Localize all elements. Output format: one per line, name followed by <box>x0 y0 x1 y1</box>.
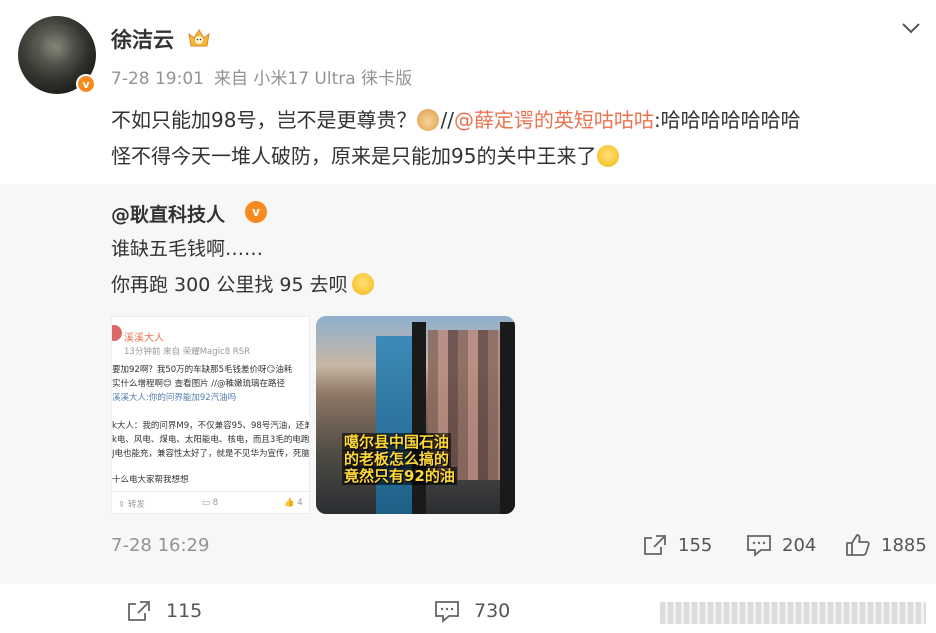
thumb-line: 实什么增程啊😊 查看图片 //@稚嫩琉璃在路径 <box>112 379 285 389</box>
thumb-line: k大人：我的问界M9，不仅兼容95、98号汽油，还兼 <box>112 421 310 431</box>
comment-icon <box>435 601 459 623</box>
post-time[interactable]: 7-28 19:01 <box>111 69 204 89</box>
thinking-emoji-icon <box>351 273 374 295</box>
repost-verified-icon: v <box>245 201 267 223</box>
thumb-line: 溪溪大人:你的问界能加92汽油吗 <box>112 393 237 403</box>
thumb-meta: 13分钟前 来自 荣耀Magic8 RSR <box>124 347 251 357</box>
chevron-down-icon[interactable] <box>900 20 922 36</box>
repost-text-line2: 你再跑 300 公里找 95 去呗 <box>111 270 375 297</box>
fear-emoji-icon <box>597 145 620 167</box>
post-text-sep: // <box>440 108 454 132</box>
watermark-strip <box>660 602 926 624</box>
post-text-part2: :哈哈哈哈哈哈哈 <box>653 108 801 132</box>
post-text-line2: 怪不得今天一堆人破防，原来是只能加95的关中王来了 <box>111 144 597 168</box>
thumbs-up-icon <box>846 534 870 556</box>
mention-link[interactable]: @薛定谔的英短咕咕咕 <box>454 108 654 132</box>
repost-username[interactable]: @耿直科技人 <box>111 200 225 227</box>
thumb-line: 要加92啊？我50万的车缺那5毛钱差价呀😏油耗 <box>112 365 293 375</box>
thumb-avatar <box>112 325 122 341</box>
thumb-line: 十么电大家帮我想想 <box>112 475 189 485</box>
repost-share-button[interactable]: 155 <box>642 533 712 557</box>
repost-text-line1: 谁缺五毛钱啊…… <box>111 238 264 260</box>
doge-emoji-icon <box>417 109 440 131</box>
repost-like-button[interactable]: 1885 <box>845 533 927 557</box>
post-text-part1: 不如只能加98号，岂不是更尊贵？ <box>111 108 417 132</box>
thumb2-blue-pillar <box>376 336 412 514</box>
share-button[interactable]: 115 <box>126 599 202 623</box>
post-meta: 7-28 19:01 来自 小米17 Ultra 徕卡版 <box>111 64 422 89</box>
thumb-username: 溪溪大人 <box>124 333 164 344</box>
repost-image-1[interactable]: 溪溪大人 13分钟前 来自 荣耀Magic8 RSR 要加92啊？我50万的车缺… <box>111 316 310 514</box>
share-icon <box>644 535 666 555</box>
post-source: 来自 小米17 Ultra 徕卡版 <box>213 69 413 89</box>
comment-icon <box>747 535 771 557</box>
repost-time[interactable]: 7-28 16:29 <box>111 535 209 556</box>
post-body: 不如只能加98号，岂不是更尊贵？ //@薛定谔的英短咕咕咕:哈哈哈哈哈哈哈 怪不得… <box>111 102 926 174</box>
post-username[interactable]: 徐洁云 <box>111 24 174 54</box>
repost-image-2[interactable]: 噶尔县中国石油 的老板怎么搞的 竟然只有92的油 <box>316 316 515 514</box>
comment-button[interactable]: 730 <box>434 599 510 623</box>
thumb2-caption: 噶尔县中国石油 的老板怎么搞的 竟然只有92的油 <box>342 433 457 485</box>
share-icon <box>128 601 150 621</box>
member-crown-icon[interactable] <box>186 26 212 50</box>
thumb2-hair <box>412 322 515 514</box>
thumb-comments: ▭ 8 <box>202 498 219 508</box>
thumb-share: ⇪ 转发 <box>118 500 145 510</box>
thumb-line: k电、风电、煤电、太阳能电、核电，而且3毛的电跑 <box>112 435 310 445</box>
repost-comment-button[interactable]: 204 <box>746 533 816 557</box>
thumb-divider <box>112 491 309 492</box>
thumb-line: J电也能充，兼容性太好了，就是不见华为宣传，死脑 <box>112 449 310 459</box>
verified-badge-icon: v <box>76 74 96 94</box>
thumb-likes: 👍 4 <box>284 498 303 508</box>
